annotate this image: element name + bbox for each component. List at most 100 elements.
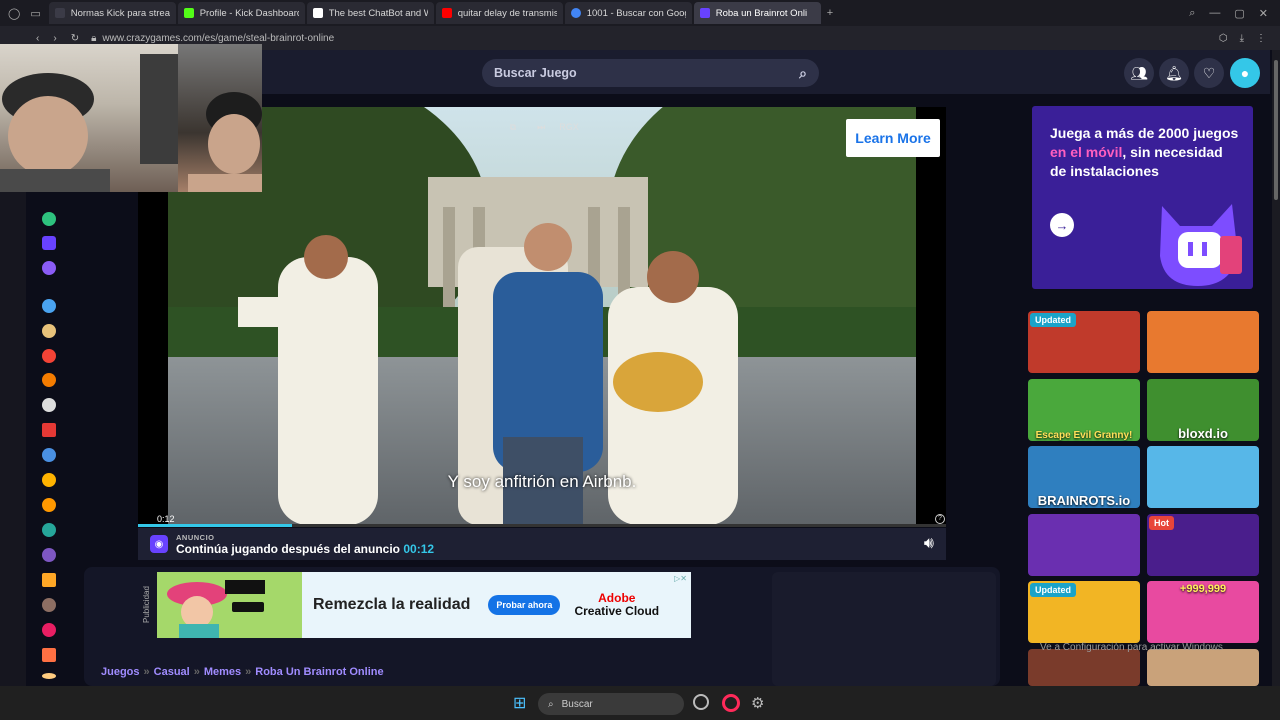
browser-search-icon[interactable]: ⌕ xyxy=(1189,7,1195,20)
lock-icon: 🔒︎ xyxy=(91,32,97,44)
game-thumbnail[interactable] xyxy=(1147,649,1259,686)
browser-tab[interactable]: The best ChatBot and W xyxy=(306,2,434,24)
game-thumbnail[interactable]: Updated xyxy=(1028,581,1140,643)
minimize-icon[interactable]: — xyxy=(1209,7,1220,19)
help-icon[interactable]: ? xyxy=(935,514,945,524)
crazygames-mascot-image xyxy=(1160,204,1242,286)
learn-more-button[interactable]: Learn More xyxy=(846,119,940,157)
search-icon: ⌕ xyxy=(548,698,554,710)
maximize-icon[interactable]: ▢ xyxy=(1234,7,1244,20)
castle-icon[interactable] xyxy=(42,573,56,587)
windows-start-icon[interactable]: ⊞ xyxy=(513,693,526,713)
updated-badge: Updated xyxy=(1030,583,1076,597)
banner-brand: Adobe Creative Cloud xyxy=(574,591,660,618)
settings-gear-icon[interactable]: ⚙ xyxy=(751,694,764,712)
close-icon[interactable]: ✕ xyxy=(1259,7,1268,20)
pool-ball-icon[interactable] xyxy=(42,398,56,412)
bell-icon[interactable]: 🔔︎ xyxy=(1159,58,1189,88)
reload-icon[interactable]: ↻ xyxy=(71,33,79,44)
gamepad-icon[interactable] xyxy=(42,548,56,562)
breadcrumb-link[interactable]: Juegos xyxy=(101,666,140,678)
updated-icon[interactable] xyxy=(42,212,56,226)
compass-icon[interactable] xyxy=(42,349,56,363)
game-thumbnail[interactable]: Hot xyxy=(1147,514,1259,576)
browser-tab[interactable]: Profile - Kick Dashboard xyxy=(177,2,305,24)
video-progress-fill xyxy=(138,524,292,527)
rgx-button[interactable]: RGX xyxy=(559,119,579,135)
ad-info-icon[interactable]: ▷✕ xyxy=(674,574,687,583)
search-placeholder: Buscar Juego xyxy=(494,66,577,80)
gun-icon[interactable] xyxy=(42,673,56,679)
cards-icon[interactable] xyxy=(42,423,56,437)
door-icon[interactable] xyxy=(42,648,56,662)
avatar[interactable]: ● xyxy=(1230,58,1260,88)
extensions-icon[interactable]: ⬡ xyxy=(1219,33,1228,44)
url-field[interactable]: www.crazygames.com/es/game/steal-brainro… xyxy=(102,33,334,44)
new-tab-button[interactable]: + xyxy=(827,7,833,19)
game-thumbnail[interactable]: Updated xyxy=(1028,311,1140,373)
tab-favicon-icon xyxy=(183,8,194,18)
webcam-overlay-right xyxy=(178,44,262,192)
game-thumbnail[interactable] xyxy=(1028,649,1140,686)
banner-ad-image xyxy=(157,572,302,638)
video-frame-image xyxy=(168,107,916,525)
promo-text: Juega a más de 2000 juegos en el móvil, … xyxy=(1050,125,1239,179)
brush-icon[interactable] xyxy=(42,324,56,338)
basketball-icon[interactable] xyxy=(42,373,56,387)
tab-favicon-icon xyxy=(441,8,452,18)
browser-menu-icon[interactable]: ⋮ xyxy=(1256,33,1266,44)
skip-icon[interactable]: ⏭ xyxy=(531,119,551,135)
browser-tab[interactable]: 1001 - Buscar con Google xyxy=(564,2,692,24)
taskbar-search[interactable]: ⌕ Buscar xyxy=(538,693,684,715)
search-icon[interactable]: ⌕ xyxy=(799,65,807,82)
side-ad-slot xyxy=(772,572,996,686)
download-icon[interactable]: ⤓ xyxy=(1240,33,1244,44)
game-thumbnail[interactable]: bloxd.io xyxy=(1147,379,1259,441)
breadcrumb-link[interactable]: Casual xyxy=(154,666,190,678)
game-thumbnail[interactable] xyxy=(1147,446,1259,508)
football-icon[interactable] xyxy=(42,598,56,612)
game-title: Escape Evil Granny! xyxy=(1035,430,1133,441)
game-thumbnail[interactable] xyxy=(1028,514,1140,576)
game-thumbnail[interactable]: +999,999 xyxy=(1147,581,1259,643)
rocket-icon[interactable] xyxy=(42,473,56,487)
tab-favicon-icon xyxy=(312,8,323,18)
car-icon[interactable] xyxy=(42,498,56,512)
scrollbar-thumb[interactable] xyxy=(1274,60,1278,200)
paw-icon[interactable] xyxy=(42,261,56,275)
game-title: +999,999 xyxy=(1179,583,1227,595)
twitch-icon[interactable] xyxy=(42,236,56,250)
pip-icon[interactable]: ⧉ xyxy=(503,119,523,135)
banner-ad[interactable]: Remezcla la realidad Probar ahora Adobe … xyxy=(157,572,691,638)
browser-tab[interactable]: quitar delay de transmisio xyxy=(435,2,563,24)
friends-icon[interactable]: 👥︎ xyxy=(1124,58,1154,88)
banner-cta-button[interactable]: Probar ahora xyxy=(488,595,561,615)
browser-tab[interactable]: Normas Kick para stream xyxy=(48,2,176,24)
ad-side-label: Publicidad xyxy=(142,586,151,624)
taskbar-app-icon[interactable] xyxy=(693,694,709,710)
webcam-overlay-left xyxy=(0,44,178,192)
game-thumbnail[interactable] xyxy=(1147,311,1259,373)
back-icon[interactable]: ‹ xyxy=(36,33,39,44)
breadcrumb-current[interactable]: Roba Un Brainrot Online xyxy=(255,666,383,678)
video-ad-player[interactable] xyxy=(168,107,916,525)
game-thumbnail[interactable]: BRAINROTS.io xyxy=(1028,446,1140,508)
breadcrumb-link[interactable]: Memes xyxy=(204,666,241,678)
puzzle-icon[interactable] xyxy=(42,448,56,462)
volume-icon[interactable]: 🔊︎ xyxy=(924,535,934,553)
browser-tab-active[interactable]: Roba un Brainrot Onli xyxy=(693,2,821,24)
arrow-right-icon[interactable]: → xyxy=(1050,213,1074,237)
opera-gx-icon[interactable] xyxy=(722,694,740,712)
heart-icon[interactable]: ♡ xyxy=(1194,58,1224,88)
tab-overview-icon[interactable]: ▭ xyxy=(30,7,40,20)
forward-icon[interactable]: › xyxy=(53,33,56,44)
video-subtitle: Y soy anfitrión en Airbnb. xyxy=(447,472,637,491)
multiplayer-icon[interactable] xyxy=(42,299,56,313)
breadcrumb: Juegos» Casual» Memes» Roba Un Brainrot Onl… xyxy=(101,666,384,678)
target-icon[interactable] xyxy=(42,623,56,637)
search-input[interactable]: Buscar Juego ⌕ xyxy=(482,59,819,87)
banner-headline: Remezcla la realidad xyxy=(313,596,471,613)
game-thumbnail[interactable]: Escape Evil Granny! xyxy=(1028,379,1140,441)
opera-menu-icon[interactable]: ◯ xyxy=(8,7,20,20)
io-icon[interactable] xyxy=(42,523,56,537)
